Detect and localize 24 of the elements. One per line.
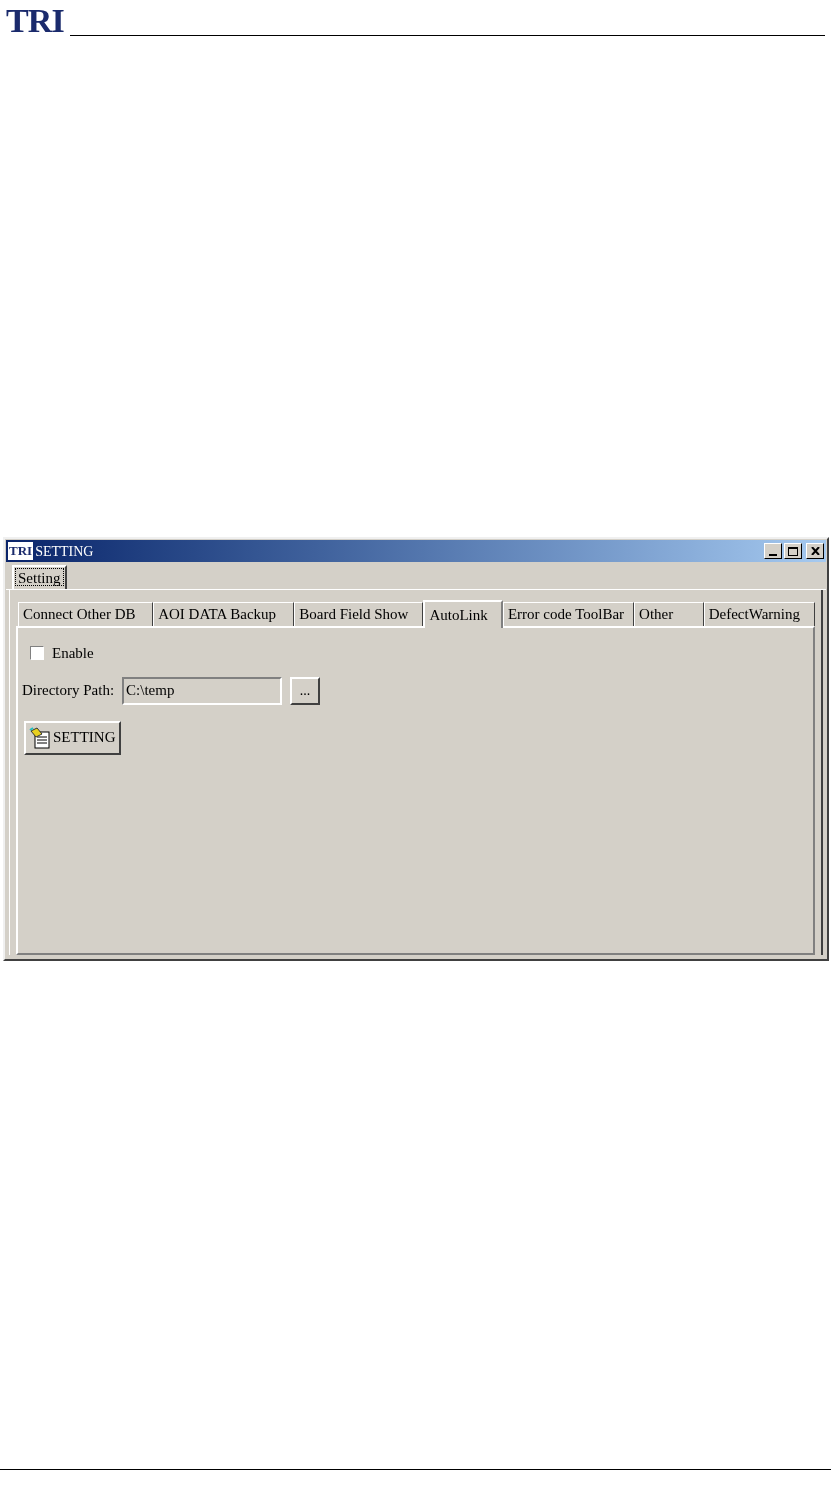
tab[interactable]: Connect Other DB [18,602,154,626]
setting-button[interactable]: SETTING [24,720,121,755]
path-field[interactable]: C:\temp [122,676,283,705]
close-button[interactable] [806,543,824,559]
tab[interactable]: DefectWarning [703,602,815,626]
checkbox-label: Enable [52,644,94,663]
tab[interactable]: AOI DATA Backup [153,602,295,626]
minimize-button[interactable] [764,543,782,559]
window-title: SETTING [35,542,94,561]
tab[interactable]: Error code ToolBar [502,602,635,626]
minimize-icon [769,554,777,556]
document-pencil-icon [29,726,51,749]
close-icon [810,547,820,555]
checkbox[interactable] [30,646,44,661]
logo: TRI [6,4,64,38]
field-label: Directory Path: [22,681,115,701]
browse-button[interactable]: ... [290,676,321,705]
maximize-icon [788,546,798,556]
app-icon: TRI [8,542,34,560]
maximize-button[interactable] [784,543,802,559]
tab[interactable]: Setting [12,565,67,589]
tab[interactable]: AutoLink [423,600,503,628]
tab[interactable]: Board Field Show [294,602,424,626]
tab[interactable]: Other [634,602,704,626]
